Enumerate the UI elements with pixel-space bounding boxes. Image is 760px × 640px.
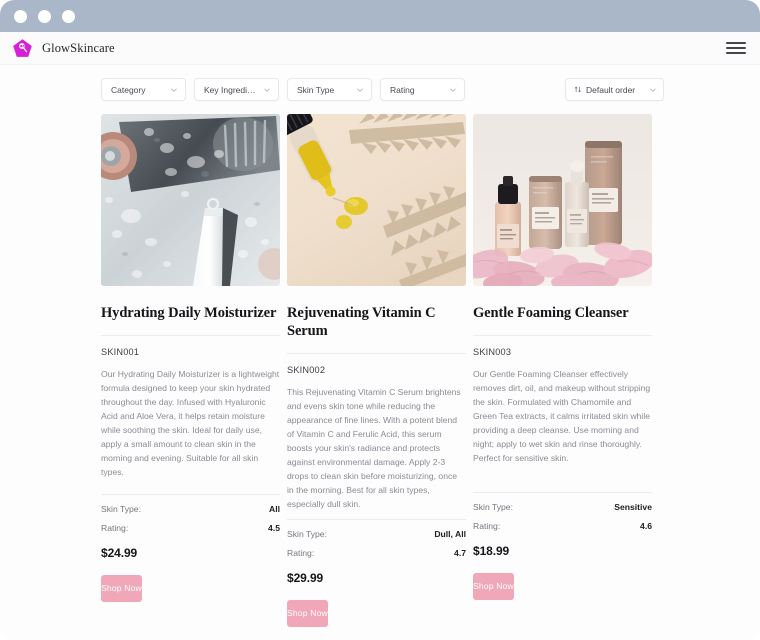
product-price: $29.99 [287, 570, 324, 585]
spec-value: Dull, All [434, 528, 466, 539]
spec-value: 4.5 [268, 522, 280, 533]
shop-now-button[interactable]: Shop Now [473, 572, 514, 600]
spec-label: Rating: [287, 547, 315, 558]
product-description: This Rejuvenating Vitamin C Serum bright… [287, 387, 461, 509]
sort-order-label: Default order [586, 84, 636, 95]
spec-value: Sensitive [614, 501, 652, 512]
filter-label-skin-type: Skin Type [297, 84, 335, 95]
chevron-down-icon [357, 88, 363, 92]
product-specs: Skin Type: All Rating: 4.5 $24.99 Shop N… [101, 493, 280, 602]
filter-dropdown-skin-type[interactable]: Skin Type [287, 78, 372, 101]
spec-label: Rating: [101, 522, 129, 533]
brand-name: GlowSkincare [42, 40, 115, 55]
product-card[interactable]: Hydrating Daily Moisturizer SKIN001 Our … [101, 114, 280, 627]
spec-value: 4.7 [454, 547, 466, 558]
filter-dropdown-rating[interactable]: Rating [380, 78, 465, 101]
browser-window: GlowSkincare Category Key Ingredien... [0, 0, 760, 640]
spec-row-skin-type: Skin Type: Sensitive [473, 493, 652, 512]
chevron-down-icon [450, 88, 456, 92]
product-specs: Skin Type: Dull, All Rating: 4.7 $29.99 … [287, 518, 466, 627]
site-header: GlowSkincare [0, 32, 760, 65]
product-title: Hydrating Daily Moisturizer [101, 305, 277, 321]
product-image-hydrating-daily-moisturizer[interactable] [101, 114, 280, 286]
chevron-down-icon [171, 88, 177, 92]
spec-value: 4.6 [640, 520, 652, 531]
filter-dropdown-category[interactable]: Category [101, 78, 186, 101]
spec-row-skin-type: Skin Type: Dull, All [287, 520, 466, 539]
product-card[interactable]: Gentle Foaming Cleanser SKIN003 Our Gent… [473, 114, 652, 627]
product-title: Gentle Foaming Cleanser [473, 305, 629, 321]
skincare-bottles-photo [473, 114, 652, 286]
filter-label-rating: Rating [390, 84, 415, 95]
divider [287, 353, 466, 355]
filter-label-category: Category [111, 84, 146, 95]
divider [473, 335, 652, 337]
hamburger-menu-icon[interactable] [726, 40, 746, 56]
product-image-rejuvenating-vitamin-c-serum[interactable] [287, 114, 466, 286]
spec-label: Skin Type: [287, 528, 327, 539]
pentagon-droplet-logo-icon [13, 38, 32, 57]
product-description: Our Hydrating Daily Moisturizer is a lig… [101, 369, 280, 477]
spec-row-rating: Rating: 4.6 [473, 512, 652, 531]
window-minimize-dot[interactable] [38, 9, 51, 23]
product-sku: SKIN003 [473, 347, 512, 358]
spec-label: Skin Type: [473, 501, 513, 512]
serum-dropper-photo [287, 114, 466, 286]
filter-bar: Category Key Ingredien... Skin Type Rati… [0, 65, 760, 114]
product-title: Rejuvenating Vitamin C Serum [287, 305, 436, 340]
wet-surface-photo [101, 114, 280, 286]
product-price: $18.99 [473, 543, 510, 558]
chevron-down-icon [264, 88, 270, 92]
browser-titlebar [0, 0, 760, 32]
spec-label: Skin Type: [101, 503, 141, 514]
spec-value: All [269, 503, 280, 514]
product-image-gentle-foaming-cleanser[interactable] [473, 114, 652, 286]
brand-logo-link[interactable]: GlowSkincare [12, 38, 115, 59]
product-sku: SKIN001 [101, 347, 140, 358]
product-description: Our Gentle Foaming Cleanser effectively … [473, 369, 651, 463]
shop-now-button[interactable]: Shop Now [101, 574, 142, 602]
sort-arrows-icon [574, 86, 581, 93]
product-card[interactable]: Rejuvenating Vitamin C Serum SKIN002 Thi… [287, 114, 466, 627]
spec-row-rating: Rating: 4.5 [101, 514, 280, 533]
window-maximize-dot[interactable] [62, 9, 75, 23]
window-close-dot[interactable] [14, 9, 27, 23]
page-content: Category Key Ingredien... Skin Type Rati… [0, 65, 760, 640]
divider [101, 335, 280, 337]
sort-order-dropdown[interactable]: Default order [565, 78, 664, 101]
product-price: $24.99 [101, 545, 138, 560]
spec-row-rating: Rating: 4.7 [287, 539, 466, 558]
shop-now-button[interactable]: Shop Now [287, 599, 328, 627]
chevron-down-icon [650, 88, 656, 92]
product-specs: Skin Type: Sensitive Rating: 4.6 $18.99 … [473, 491, 652, 600]
spec-row-skin-type: Skin Type: All [101, 495, 280, 514]
filter-dropdown-key-ingredient[interactable]: Key Ingredien... [194, 78, 279, 101]
spec-label: Rating: [473, 520, 501, 531]
product-sku: SKIN002 [287, 365, 326, 376]
product-grid: Hydrating Daily Moisturizer SKIN001 Our … [0, 114, 760, 627]
filter-label-key-ingredient: Key Ingredien... [204, 84, 256, 95]
